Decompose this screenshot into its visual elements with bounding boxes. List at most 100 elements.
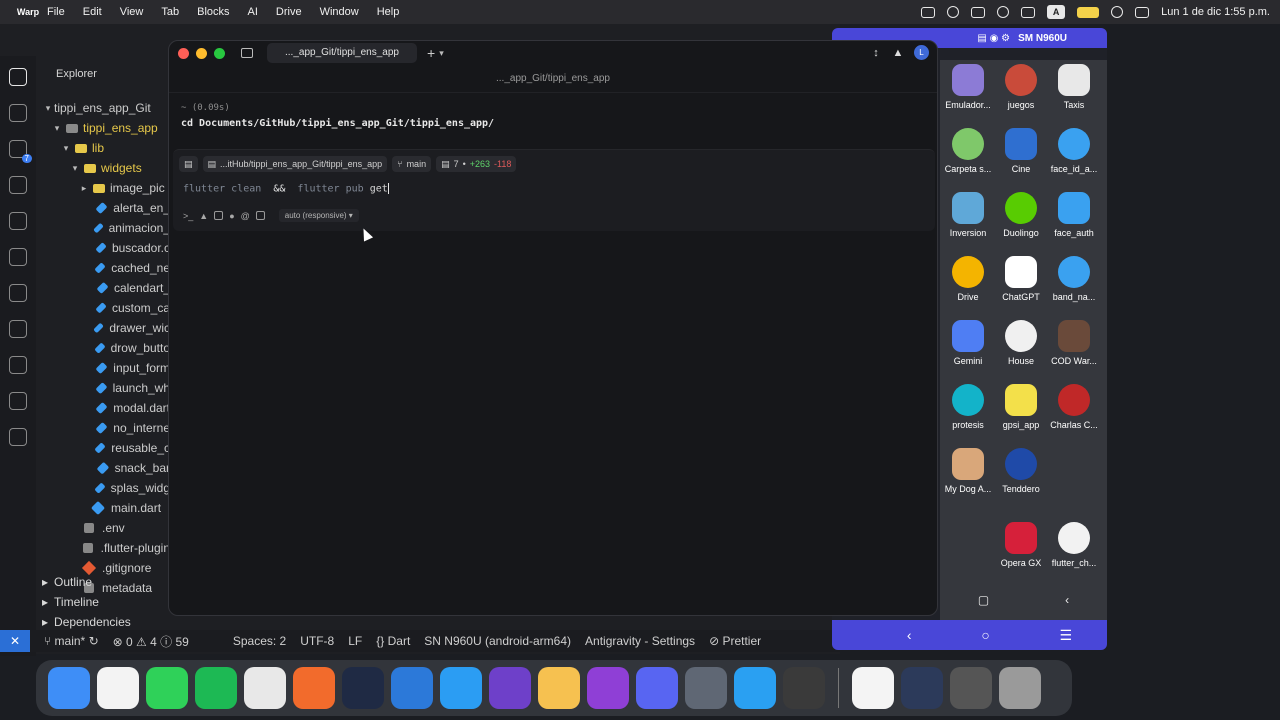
- attach-icon[interactable]: [214, 211, 224, 220]
- mention-icon[interactable]: @: [241, 211, 250, 221]
- nav-recents-icon[interactable]: ☰: [1060, 627, 1073, 644]
- app-icon[interactable]: Drive: [940, 256, 996, 302]
- app-icon[interactable]: COD War...: [1046, 320, 1102, 366]
- share-icon[interactable]: ↕: [870, 47, 882, 59]
- file-tree-item[interactable]: buscador.c: [36, 238, 170, 258]
- menu-window[interactable]: Window: [311, 6, 368, 18]
- image-icon[interactable]: [255, 211, 265, 220]
- app-icon[interactable]: ChatGPT: [993, 256, 1049, 302]
- file-tree-item[interactable]: alerta_en_: [36, 198, 170, 218]
- menu-help[interactable]: Help: [368, 6, 409, 18]
- device-icon[interactable]: [9, 428, 27, 446]
- file-tree-item[interactable]: modal.dart: [36, 398, 170, 418]
- dock-app-icon[interactable]: [999, 667, 1041, 709]
- tab-active[interactable]: ..._app_Git/tippi_ens_app: [267, 43, 417, 63]
- section-outline[interactable]: ▸ Outline: [36, 572, 170, 592]
- dock-app-icon[interactable]: [685, 667, 727, 709]
- remote-indicator-icon[interactable]: ✕: [0, 630, 30, 652]
- cwd-chip[interactable]: ▤ ...itHub/tippi_ens_app_Git/tippi_ens_a…: [202, 156, 388, 172]
- pen-icon[interactable]: [9, 356, 27, 374]
- block-menu-icon[interactable]: ▤: [179, 156, 198, 172]
- file-tree-item[interactable]: ▾ tippi_ens_app: [36, 118, 170, 138]
- agent-mode-icon[interactable]: ▲: [199, 211, 208, 221]
- dock-app-icon[interactable]: [489, 667, 531, 709]
- app-icon[interactable]: Taxis: [1046, 64, 1102, 110]
- file-tree-item[interactable]: drawer_wic: [36, 318, 170, 338]
- sync-icon[interactable]: [947, 6, 960, 18]
- dock-app-icon[interactable]: [195, 667, 237, 709]
- command-input-area[interactable]: ▤ ▤ ...itHub/tippi_ens_app_Git/tippi_ens…: [173, 149, 935, 231]
- file-tree-item[interactable]: launch_wh: [36, 378, 170, 398]
- testing-icon[interactable]: [9, 284, 27, 302]
- dock-app-icon[interactable]: [852, 667, 894, 709]
- command-block[interactable]: ~ (0.09s) cd Documents/GitHub/tippi_ens_…: [169, 93, 937, 129]
- menu-clock[interactable]: Lun 1 de dic 1:55 p.m.: [1161, 6, 1270, 18]
- menu-view[interactable]: View: [111, 6, 153, 18]
- menu-app-name[interactable]: Warp: [0, 7, 56, 17]
- file-tree-item[interactable]: snack_bar: [36, 458, 170, 478]
- file-tree-item[interactable]: input_form: [36, 358, 170, 378]
- close-window-button[interactable]: [178, 47, 189, 59]
- play-icon[interactable]: [997, 6, 1010, 18]
- remote-explorer-icon[interactable]: [9, 212, 27, 230]
- dock-app-icon[interactable]: [146, 667, 188, 709]
- file-tree-item[interactable]: drow_butto: [36, 338, 170, 358]
- dock-app-icon[interactable]: [391, 667, 433, 709]
- app-icon[interactable]: Charlas C...: [1046, 384, 1102, 430]
- app-icon[interactable]: Inversion: [940, 192, 996, 238]
- menu-drive[interactable]: Drive: [267, 6, 311, 18]
- explorer-icon[interactable]: [9, 68, 27, 86]
- status-encoding[interactable]: UTF-8: [300, 634, 334, 648]
- status-formatter[interactable]: ⊘ Prettier: [709, 634, 761, 648]
- extensions-icon[interactable]: [9, 248, 27, 266]
- file-tree-item[interactable]: reusable_c: [36, 438, 170, 458]
- flutter-icon[interactable]: [9, 320, 27, 338]
- app-icon[interactable]: protesis: [940, 384, 996, 430]
- menu-blocks[interactable]: Blocks: [188, 6, 238, 18]
- dock-app-icon[interactable]: [244, 667, 286, 709]
- app-icon[interactable]: Gemini: [940, 320, 996, 366]
- app-icon[interactable]: My Dog A...: [940, 448, 996, 494]
- terminal-mode-icon[interactable]: >_: [183, 211, 193, 221]
- app-icon[interactable]: Opera GX: [993, 522, 1049, 568]
- command-input[interactable]: flutter clean && flutter pub get: [183, 183, 389, 195]
- battery-icon[interactable]: [1077, 6, 1100, 18]
- dock-app-icon[interactable]: [734, 667, 776, 709]
- section-timeline[interactable]: ▸ Timeline: [36, 592, 170, 612]
- dock-app-icon[interactable]: [783, 667, 825, 709]
- screen-record-icon[interactable]: [971, 6, 986, 18]
- status-device[interactable]: SN N960U (android-arm64): [424, 634, 571, 648]
- app-icon[interactable]: juegos: [993, 64, 1049, 110]
- file-tree-item[interactable]: .env: [36, 518, 170, 538]
- dock-app-icon[interactable]: [636, 667, 678, 709]
- git-changes-chip[interactable]: ▤ 7 • +263 -118: [436, 156, 517, 172]
- device-screen[interactable]: Emulador... juegos Taxis Carpeta s... Cine fa…: [940, 60, 1107, 620]
- dock-app-icon[interactable]: [342, 667, 384, 709]
- menu-tab[interactable]: Tab: [152, 6, 188, 18]
- app-icon[interactable]: Emulador...: [940, 64, 996, 110]
- dock-app-icon[interactable]: [48, 667, 90, 709]
- file-tree-item[interactable]: splas_widg: [36, 478, 170, 498]
- home-icon[interactable]: ▢: [978, 593, 989, 607]
- zoom-window-button[interactable]: [214, 47, 225, 59]
- app-icon[interactable]: Carpeta s...: [940, 128, 996, 174]
- status-spaces[interactable]: Spaces: 2: [233, 634, 286, 648]
- dock-app-icon[interactable]: [901, 667, 943, 709]
- input-source-badge[interactable]: A: [1047, 5, 1066, 19]
- back-icon[interactable]: ‹: [1065, 593, 1069, 607]
- file-tree-item[interactable]: cached_ne: [36, 258, 170, 278]
- file-tree-item[interactable]: ▾ tippi_ens_app_Git: [36, 98, 170, 118]
- control-center-icon[interactable]: [1135, 6, 1150, 18]
- git-branch-chip[interactable]: ⑂ main: [392, 156, 432, 172]
- file-tree-item[interactable]: ▾ widgets: [36, 158, 170, 178]
- app-icon[interactable]: face_auth: [1046, 192, 1102, 238]
- sidebar-toggle-icon[interactable]: [241, 48, 253, 58]
- mic-icon[interactable]: ●: [229, 211, 234, 221]
- app-icon[interactable]: House: [993, 320, 1049, 366]
- app-icon[interactable]: Duolingo: [993, 192, 1049, 238]
- window-icon[interactable]: [1021, 6, 1036, 18]
- menu-ai[interactable]: AI: [239, 6, 267, 18]
- minimize-window-button[interactable]: [196, 47, 207, 59]
- device-toolbar-icons[interactable]: ▤ ◉ ⚙: [977, 33, 1010, 44]
- file-tree-item[interactable]: ▾ lib: [36, 138, 170, 158]
